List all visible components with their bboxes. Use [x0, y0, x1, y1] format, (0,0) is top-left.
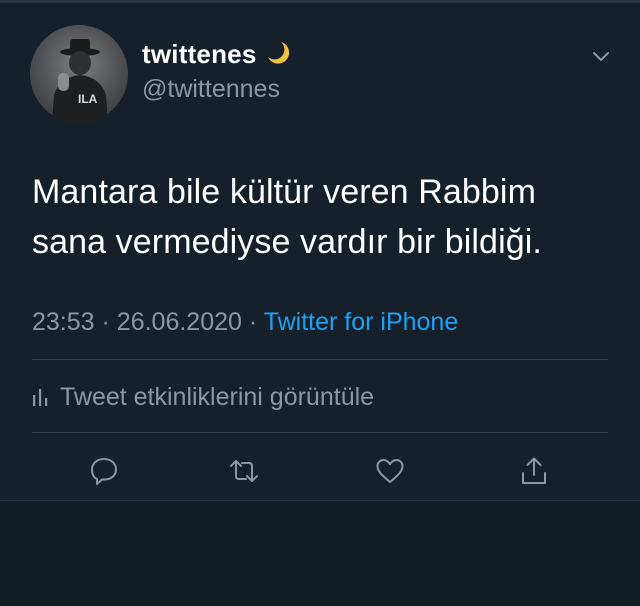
tweet-text-line: Mantara bile kültür veren Rabbim: [32, 173, 536, 211]
reply-button[interactable]: [88, 455, 120, 487]
tweet-metadata: 23:53 · 26.06.2020 · Twitter for iPhone: [32, 308, 458, 337]
svg-text:ILA: ILA: [78, 92, 98, 106]
tweet-activity-label: Tweet etkinliklerini görüntüle: [60, 383, 375, 411]
analytics-bars-icon: [32, 385, 50, 414]
display-name-text: twittenes: [142, 39, 257, 69]
tweet-card: ILA twittenes @twittennes Mantara bile k…: [0, 3, 640, 500]
bottom-empty-area: [0, 500, 640, 606]
avatar[interactable]: ILA: [30, 25, 128, 123]
meta-separator: ·: [101, 308, 110, 336]
share-icon: [522, 457, 546, 484]
like-button[interactable]: [374, 455, 406, 487]
tweet-date[interactable]: 26.06.2020: [117, 308, 242, 336]
reply-icon: [91, 458, 117, 485]
meta-separator: ·: [248, 308, 258, 336]
tweet-text-line: sana vermediyse vardır bir bildiği.: [32, 223, 542, 261]
share-button[interactable]: [518, 455, 550, 487]
heart-icon: [376, 459, 404, 483]
retweet-button[interactable]: [228, 455, 260, 487]
chevron-down-icon[interactable]: [590, 45, 612, 67]
tweet-activity-link[interactable]: Tweet etkinliklerini görüntüle: [32, 383, 374, 414]
user-handle[interactable]: @twittennes: [142, 75, 280, 104]
tweet-time[interactable]: 23:53: [32, 308, 95, 336]
divider: [32, 432, 608, 433]
crescent-moon-icon: [264, 40, 290, 73]
divider: [32, 359, 608, 360]
tweet-text: Mantara bile kültür veren Rabbim sana ve…: [32, 167, 612, 267]
tweet-source-link[interactable]: Twitter for iPhone: [264, 308, 459, 336]
display-name[interactable]: twittenes: [142, 39, 290, 73]
retweet-icon: [230, 460, 258, 482]
